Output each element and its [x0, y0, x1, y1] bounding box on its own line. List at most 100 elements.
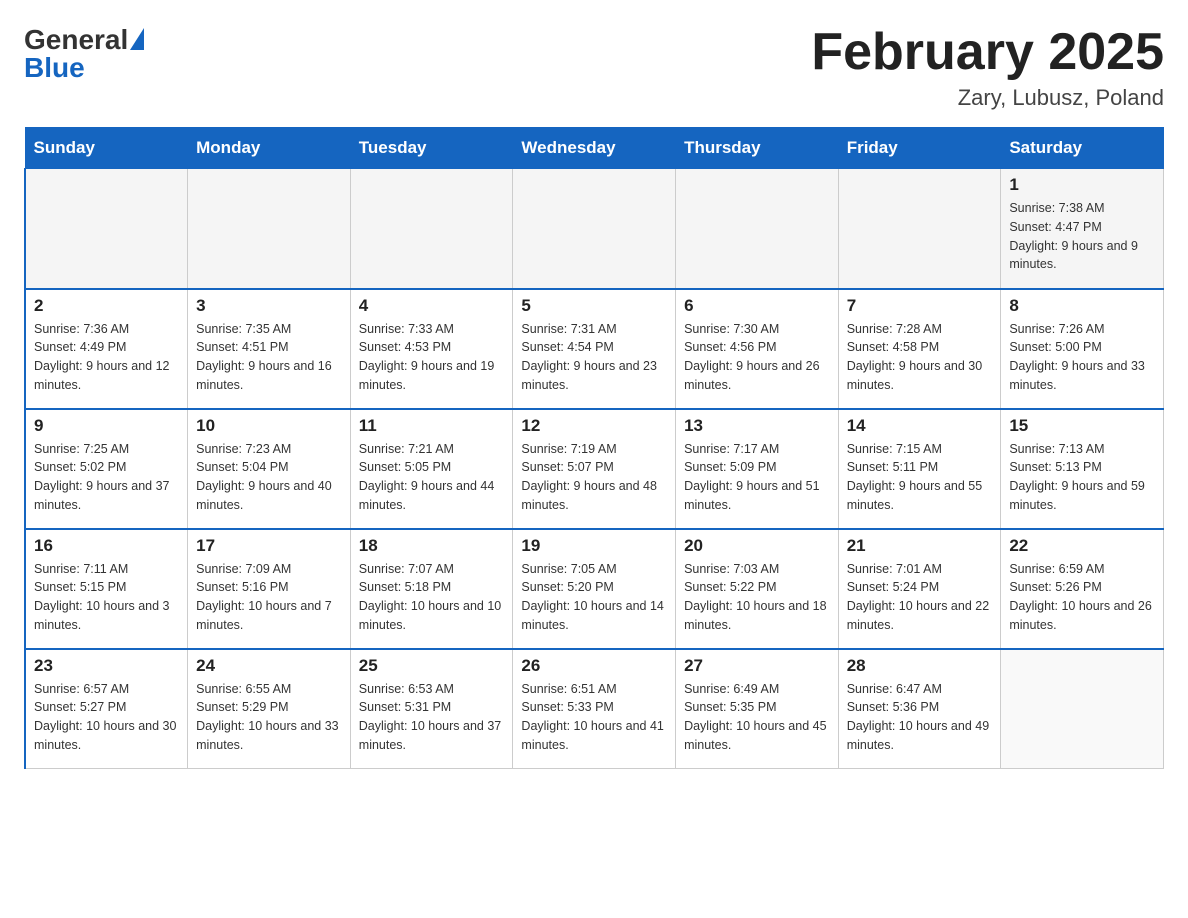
day-number: 28 [847, 656, 993, 676]
day-number: 2 [34, 296, 179, 316]
logo-blue-text: Blue [24, 52, 85, 84]
day-info: Sunrise: 6:59 AM Sunset: 5:26 PM Dayligh… [1009, 560, 1155, 635]
calendar-day-cell: 7 Sunrise: 7:28 AM Sunset: 4:58 PM Daylig… [838, 289, 1001, 409]
title-block: February 2025 Zary, Lubusz, Poland [811, 24, 1164, 111]
day-number: 25 [359, 656, 505, 676]
day-number: 6 [684, 296, 830, 316]
day-number: 22 [1009, 536, 1155, 556]
calendar-day-cell: 3Sunrise: 7:35 AM Sunset: 4:51 PM Daylig… [188, 289, 351, 409]
day-number: 10 [196, 416, 342, 436]
calendar-day-cell [25, 169, 188, 289]
calendar-day-cell: 21 Sunrise: 7:01 AM Sunset: 5:24 PM Dayli… [838, 529, 1001, 649]
calendar-title: February 2025 [811, 24, 1164, 81]
day-info: Sunrise: 7:35 AM Sunset: 4:51 PM Dayligh… [196, 320, 342, 395]
calendar-week-row: 9 Sunrise: 7:25 AM Sunset: 5:02 PM Daylig… [25, 409, 1164, 529]
day-info: Sunrise: 7:36 AM Sunset: 4:49 PM Dayligh… [34, 320, 179, 395]
day-number: 16 [34, 536, 179, 556]
day-number: 7 [847, 296, 993, 316]
calendar-day-cell [1001, 649, 1164, 769]
calendar-day-cell: 17 Sunrise: 7:09 AM Sunset: 5:16 PM Dayli… [188, 529, 351, 649]
day-info: Sunrise: 7:05 AM Sunset: 5:20 PM Dayligh… [521, 560, 667, 635]
calendar-table: SundayMondayTuesdayWednesdayThursdayFrid… [24, 127, 1164, 769]
day-info: Sunrise: 7:11 AM Sunset: 5:15 PM Dayligh… [34, 560, 179, 635]
weekday-header-friday: Friday [838, 128, 1001, 169]
day-number: 14 [847, 416, 993, 436]
calendar-day-cell: 25 Sunrise: 6:53 AM Sunset: 5:31 PM Dayli… [350, 649, 513, 769]
weekday-header-tuesday: Tuesday [350, 128, 513, 169]
day-info: Sunrise: 7:15 AM Sunset: 5:11 PM Dayligh… [847, 440, 993, 515]
calendar-day-cell [188, 169, 351, 289]
calendar-day-cell [350, 169, 513, 289]
weekday-header-sunday: Sunday [25, 128, 188, 169]
logo: General Blue [24, 24, 144, 84]
calendar-day-cell: 4 Sunrise: 7:33 AM Sunset: 4:53 PM Daylig… [350, 289, 513, 409]
calendar-day-cell: 8Sunrise: 7:26 AM Sunset: 5:00 PM Daylig… [1001, 289, 1164, 409]
calendar-day-cell: 19 Sunrise: 7:05 AM Sunset: 5:20 PM Dayli… [513, 529, 676, 649]
calendar-subtitle: Zary, Lubusz, Poland [811, 85, 1164, 111]
weekday-header-wednesday: Wednesday [513, 128, 676, 169]
calendar-day-cell: 14 Sunrise: 7:15 AM Sunset: 5:11 PM Dayli… [838, 409, 1001, 529]
day-number: 21 [847, 536, 993, 556]
calendar-day-cell: 24 Sunrise: 6:55 AM Sunset: 5:29 PM Dayli… [188, 649, 351, 769]
calendar-day-cell: 11 Sunrise: 7:21 AM Sunset: 5:05 PM Dayli… [350, 409, 513, 529]
calendar-week-row: 16 Sunrise: 7:11 AM Sunset: 5:15 PM Dayli… [25, 529, 1164, 649]
calendar-day-cell: 6Sunrise: 7:30 AM Sunset: 4:56 PM Daylig… [676, 289, 839, 409]
day-info: Sunrise: 6:55 AM Sunset: 5:29 PM Dayligh… [196, 680, 342, 755]
day-number: 23 [34, 656, 179, 676]
day-number: 13 [684, 416, 830, 436]
day-number: 12 [521, 416, 667, 436]
day-info: Sunrise: 7:07 AM Sunset: 5:18 PM Dayligh… [359, 560, 505, 635]
weekday-header-monday: Monday [188, 128, 351, 169]
calendar-day-cell: 13 Sunrise: 7:17 AM Sunset: 5:09 PM Dayli… [676, 409, 839, 529]
calendar-day-cell [513, 169, 676, 289]
calendar-day-cell: 15Sunrise: 7:13 AM Sunset: 5:13 PM Dayli… [1001, 409, 1164, 529]
day-number: 1 [1009, 175, 1155, 195]
day-info: Sunrise: 7:13 AM Sunset: 5:13 PM Dayligh… [1009, 440, 1155, 515]
calendar-day-cell: 28Sunrise: 6:47 AM Sunset: 5:36 PM Dayli… [838, 649, 1001, 769]
day-info: Sunrise: 7:33 AM Sunset: 4:53 PM Dayligh… [359, 320, 505, 395]
calendar-day-cell: 23 Sunrise: 6:57 AM Sunset: 5:27 PM Dayli… [25, 649, 188, 769]
day-info: Sunrise: 6:51 AM Sunset: 5:33 PM Dayligh… [521, 680, 667, 755]
day-info: Sunrise: 6:49 AM Sunset: 5:35 PM Dayligh… [684, 680, 830, 755]
day-info: Sunrise: 7:23 AM Sunset: 5:04 PM Dayligh… [196, 440, 342, 515]
weekday-header-saturday: Saturday [1001, 128, 1164, 169]
day-info: Sunrise: 6:57 AM Sunset: 5:27 PM Dayligh… [34, 680, 179, 755]
day-number: 19 [521, 536, 667, 556]
calendar-day-cell: 20 Sunrise: 7:03 AM Sunset: 5:22 PM Dayli… [676, 529, 839, 649]
calendar-week-row: 2 Sunrise: 7:36 AM Sunset: 4:49 PM Daylig… [25, 289, 1164, 409]
calendar-day-cell [676, 169, 839, 289]
day-info: Sunrise: 7:31 AM Sunset: 4:54 PM Dayligh… [521, 320, 667, 395]
day-number: 11 [359, 416, 505, 436]
calendar-week-row: 23 Sunrise: 6:57 AM Sunset: 5:27 PM Dayli… [25, 649, 1164, 769]
day-info: Sunrise: 7:01 AM Sunset: 5:24 PM Dayligh… [847, 560, 993, 635]
calendar-day-cell: 9 Sunrise: 7:25 AM Sunset: 5:02 PM Daylig… [25, 409, 188, 529]
calendar-day-cell: 12 Sunrise: 7:19 AM Sunset: 5:07 PM Dayli… [513, 409, 676, 529]
day-info: Sunrise: 7:28 AM Sunset: 4:58 PM Dayligh… [847, 320, 993, 395]
calendar-week-row: 1Sunrise: 7:38 AM Sunset: 4:47 PM Daylig… [25, 169, 1164, 289]
calendar-day-cell: 26 Sunrise: 6:51 AM Sunset: 5:33 PM Dayli… [513, 649, 676, 769]
day-info: Sunrise: 7:17 AM Sunset: 5:09 PM Dayligh… [684, 440, 830, 515]
day-number: 20 [684, 536, 830, 556]
day-number: 24 [196, 656, 342, 676]
day-number: 5 [521, 296, 667, 316]
day-number: 17 [196, 536, 342, 556]
day-number: 26 [521, 656, 667, 676]
day-info: Sunrise: 6:53 AM Sunset: 5:31 PM Dayligh… [359, 680, 505, 755]
calendar-day-cell: 2 Sunrise: 7:36 AM Sunset: 4:49 PM Daylig… [25, 289, 188, 409]
page-header: General Blue February 2025 Zary, Lubusz,… [24, 24, 1164, 111]
calendar-day-cell: 18 Sunrise: 7:07 AM Sunset: 5:18 PM Dayli… [350, 529, 513, 649]
calendar-day-cell: 5 Sunrise: 7:31 AM Sunset: 4:54 PM Daylig… [513, 289, 676, 409]
day-info: Sunrise: 7:21 AM Sunset: 5:05 PM Dayligh… [359, 440, 505, 515]
day-info: Sunrise: 7:09 AM Sunset: 5:16 PM Dayligh… [196, 560, 342, 635]
day-info: Sunrise: 7:19 AM Sunset: 5:07 PM Dayligh… [521, 440, 667, 515]
day-info: Sunrise: 7:03 AM Sunset: 5:22 PM Dayligh… [684, 560, 830, 635]
day-number: 4 [359, 296, 505, 316]
calendar-day-cell: 27Sunrise: 6:49 AM Sunset: 5:35 PM Dayli… [676, 649, 839, 769]
day-info: Sunrise: 7:25 AM Sunset: 5:02 PM Dayligh… [34, 440, 179, 515]
weekday-header-row: SundayMondayTuesdayWednesdayThursdayFrid… [25, 128, 1164, 169]
day-number: 18 [359, 536, 505, 556]
calendar-day-cell: 16 Sunrise: 7:11 AM Sunset: 5:15 PM Dayli… [25, 529, 188, 649]
calendar-day-cell [838, 169, 1001, 289]
day-number: 9 [34, 416, 179, 436]
logo-triangle-icon [130, 28, 144, 50]
